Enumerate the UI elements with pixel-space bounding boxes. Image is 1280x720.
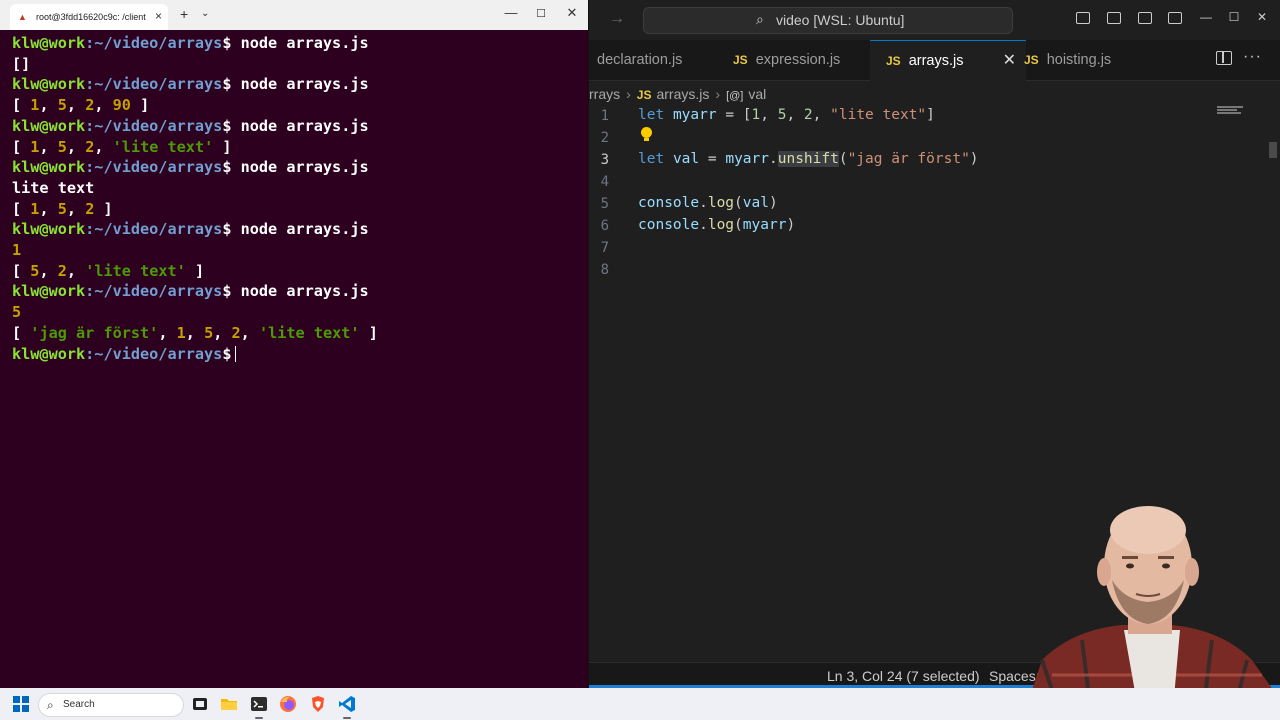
terminal-app-icon[interactable]: [249, 694, 269, 719]
firefox-icon[interactable]: [278, 694, 298, 714]
terminal-line: [ 1, 5, 2, 'lite text' ]: [12, 137, 232, 156]
terminal-tab-title: root@3fdd16620c9c: /client: [36, 12, 146, 22]
ubuntu-icon: ▲: [18, 12, 27, 22]
command-center[interactable]: ⌕ video [WSL: Ubuntu]: [643, 7, 1013, 34]
terminal-line: [ 1, 5, 2, 90 ]: [12, 96, 150, 115]
close-button[interactable]: ✕: [562, 5, 582, 21]
breadcrumb-symbol[interactable]: val: [748, 86, 766, 102]
maximize-button[interactable]: ☐: [531, 7, 551, 20]
tab-arrays[interactable]: JS arrays.js ✕: [870, 40, 1026, 82]
terminal-line: [ 1, 5, 2 ]: [12, 199, 113, 218]
js-file-icon: JS: [636, 88, 652, 102]
code-line-1[interactable]: let myarr = [1, 5, 2, "lite text"]: [638, 107, 935, 123]
file-explorer-icon[interactable]: [219, 694, 239, 714]
js-file-icon: JS: [1024, 53, 1039, 67]
line-number: 3: [600, 152, 609, 168]
close-button[interactable]: ✕: [1252, 10, 1272, 24]
task-view-icon[interactable]: [190, 694, 210, 714]
terminal-window[interactable]: ▲ root@3fdd16620c9c: /client × + ⌄ — ☐ ✕…: [0, 0, 589, 688]
terminal-line: 1: [12, 241, 22, 260]
maximize-button[interactable]: ☐: [1224, 10, 1244, 24]
lightbulb-icon[interactable]: [641, 127, 653, 141]
line-number: 8: [600, 262, 609, 278]
terminal-line: klw@work:~/video/arrays$ node arrays.js: [12, 116, 369, 135]
minimize-button[interactable]: —: [501, 5, 521, 20]
terminal-line: [ 'jag är först', 1, 5, 2, 'lite text' ]: [12, 323, 378, 342]
toggle-sidebar-icon[interactable]: [1076, 12, 1090, 24]
customize-layout-icon[interactable]: [1168, 12, 1182, 24]
vscode-app-icon[interactable]: [337, 694, 357, 719]
toggle-panel-icon[interactable]: [1107, 12, 1121, 24]
code-line-3[interactable]: let val = myarr.unshift("jag är först"): [638, 151, 979, 167]
code-line-6[interactable]: console.log(myarr): [638, 217, 795, 233]
taskbar: ⌕ Search: [0, 688, 1280, 720]
breadcrumb-folder[interactable]: rrays: [589, 86, 620, 102]
taskbar-search[interactable]: ⌕ Search: [38, 693, 184, 717]
line-number: 2: [600, 130, 609, 146]
terminal-line: klw@work:~/video/arrays$ node arrays.js: [12, 220, 369, 239]
terminal-titlebar: ▲ root@3fdd16620c9c: /client × + ⌄ — ☐ ✕: [0, 0, 588, 30]
terminal-cursor: [235, 346, 237, 363]
terminal-line: klw@work:~/video/arrays$ node arrays.js: [12, 34, 369, 52]
line-number: 7: [600, 240, 609, 256]
terminal-line: klw@work:~/video/arrays$ node arrays.js: [12, 75, 369, 94]
js-file-icon: JS: [733, 53, 748, 67]
window-title: video [WSL: Ubuntu]: [776, 12, 905, 28]
toggle-secondary-sidebar-icon[interactable]: [1138, 12, 1152, 24]
terminal-prompt-line: klw@work:~/video/arrays$: [12, 344, 582, 365]
code-line-5[interactable]: console.log(val): [638, 195, 778, 211]
editor-tabs: declaration.js JS expression.js JS arrays.…: [589, 40, 1280, 82]
terminal-output[interactable]: klw@work:~/video/arrays$ node arrays.js[…: [12, 33, 582, 364]
tab-expression[interactable]: JS expression.js: [720, 40, 881, 80]
line-number: 4: [600, 174, 609, 190]
tab-declaration[interactable]: declaration.js: [589, 40, 727, 80]
terminal-line: 5: [12, 303, 22, 322]
line-number: 5: [600, 196, 609, 212]
breadcrumb-file[interactable]: arrays.js: [656, 86, 709, 102]
line-number: 1: [600, 108, 609, 124]
more-actions-icon[interactable]: ···: [1243, 48, 1262, 66]
search-icon: ⌕: [756, 11, 764, 27]
terminal-line: klw@work:~/video/arrays$ node arrays.js: [12, 282, 369, 301]
minimap[interactable]: [1217, 106, 1247, 120]
terminal-line: []: [12, 54, 31, 73]
scrollbar[interactable]: [1269, 142, 1277, 158]
webcam-overlay: [1012, 500, 1280, 720]
new-tab-button[interactable]: +: [180, 6, 188, 22]
tab-hoisting[interactable]: JS hoisting.js: [1010, 40, 1174, 80]
vscode-titlebar: → ⌕ video [WSL: Ubuntu] — ☐ ✕: [589, 0, 1280, 40]
js-file-icon: JS: [886, 54, 901, 68]
windows-start-icon[interactable]: [13, 696, 29, 712]
tab-dropdown-button[interactable]: ⌄: [201, 8, 209, 19]
line-number: 6: [600, 218, 609, 234]
terminal-line: [ 5, 2, 'lite text' ]: [12, 261, 205, 280]
split-editor-icon[interactable]: [1216, 51, 1232, 65]
arrow-right-icon[interactable]: →: [609, 10, 625, 28]
breadcrumb: rrays › JS arrays.js › [@] val: [589, 86, 767, 102]
brave-icon[interactable]: [308, 694, 328, 714]
selected-text: unshift: [777, 151, 839, 167]
terminal-tab[interactable]: ▲ root@3fdd16620c9c: /client ×: [10, 4, 168, 30]
terminal-line: klw@work:~/video/arrays$ node arrays.js: [12, 158, 369, 177]
terminal-line: lite text: [12, 178, 95, 197]
minimize-button[interactable]: —: [1196, 10, 1216, 24]
search-icon: ⌕: [47, 698, 54, 712]
variable-symbol-icon: [@]: [726, 90, 744, 102]
close-tab-icon[interactable]: ×: [155, 9, 162, 23]
